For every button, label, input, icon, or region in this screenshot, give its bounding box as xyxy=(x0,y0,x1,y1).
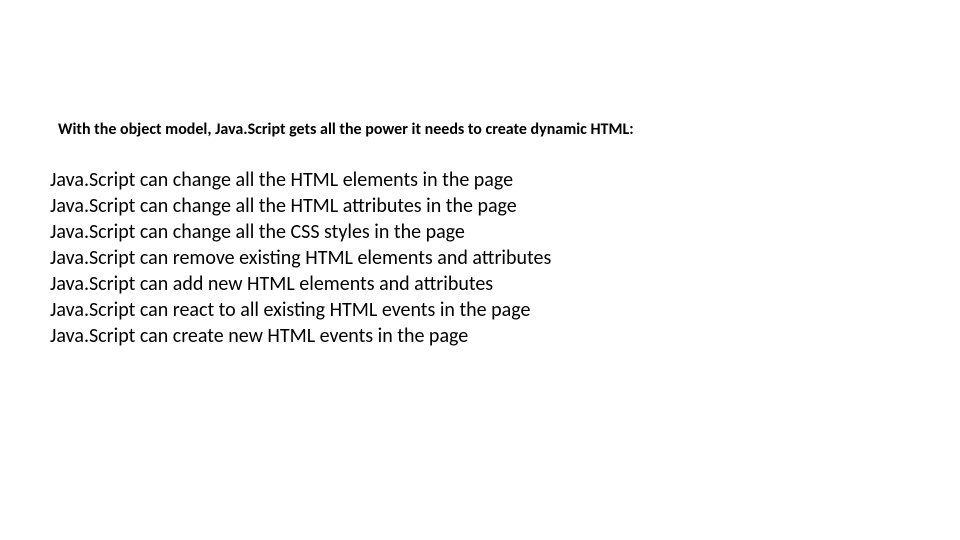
list-item: Java.Script can change all the HTML attr… xyxy=(50,193,910,219)
list-item: Java.Script can change all the CSS style… xyxy=(50,219,910,245)
list-item: Java.Script can add new HTML elements an… xyxy=(50,271,910,297)
capabilities-list: Java.Script can change all the HTML elem… xyxy=(50,167,910,349)
list-item: Java.Script can change all the HTML elem… xyxy=(50,167,910,193)
list-item: Java.Script can remove existing HTML ele… xyxy=(50,245,910,271)
list-item: Java.Script can react to all existing HT… xyxy=(50,297,910,323)
list-item: Java.Script can create new HTML events i… xyxy=(50,323,910,349)
slide-heading: With the object model, Java.Script gets … xyxy=(50,120,910,139)
